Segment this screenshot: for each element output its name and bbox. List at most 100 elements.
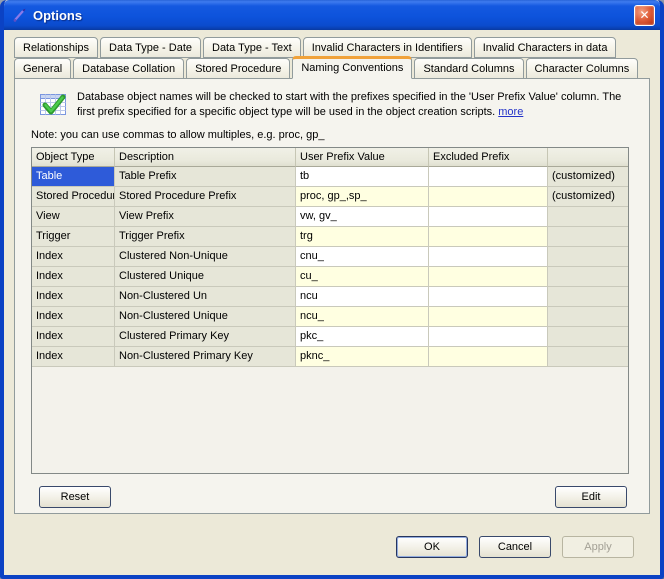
table-row-index-8[interactable]: IndexClustered Primary Keypkc_ (32, 327, 628, 347)
cell-note[interactable]: (customized) (548, 187, 628, 207)
cell-description[interactable]: Table Prefix (115, 167, 296, 187)
column-header-excluded-prefix[interactable]: Excluded Prefix (429, 148, 548, 167)
cell-object-type[interactable]: Table (32, 167, 115, 187)
note-text: Note: you can use commas to allow multip… (31, 129, 649, 141)
cell-excluded-prefix[interactable] (429, 207, 548, 227)
table-row-table-0[interactable]: TableTable Prefixtb (customized) (32, 167, 628, 187)
cell-note[interactable] (548, 327, 628, 347)
tab-stored-procedure[interactable]: Stored Procedure (186, 58, 290, 79)
options-dialog: Options ✕ RelationshipsData Type - DateD… (0, 0, 664, 579)
panel-button-row: Reset Edit (39, 486, 627, 508)
window-title: Options (33, 8, 634, 23)
table-row-index-6[interactable]: IndexNon-Clustered Unncu (32, 287, 628, 307)
cell-object-type[interactable]: Stored Procedure (32, 187, 115, 207)
cell-object-type[interactable]: Index (32, 347, 115, 367)
cell-user-prefix[interactable]: ncu (296, 287, 429, 307)
cell-note[interactable] (548, 247, 628, 267)
column-header-description[interactable]: Description (115, 148, 296, 167)
cell-object-type[interactable]: Trigger (32, 227, 115, 247)
ok-button[interactable]: OK (396, 536, 468, 558)
title-bar[interactable]: Options ✕ (4, 0, 660, 30)
cell-user-prefix[interactable]: vw, gv_ (296, 207, 429, 227)
cell-excluded-prefix[interactable] (429, 187, 548, 207)
tab-data-type-text[interactable]: Data Type - Text (203, 37, 301, 58)
cell-description[interactable]: Stored Procedure Prefix (115, 187, 296, 207)
cell-user-prefix[interactable]: pknc_ (296, 347, 429, 367)
table-row-index-5[interactable]: IndexClustered Uniquecu_ (32, 267, 628, 287)
cell-user-prefix[interactable]: proc, gp_,sp_ (296, 187, 429, 207)
cell-excluded-prefix[interactable] (429, 167, 548, 187)
table-row-trigger-3[interactable]: TriggerTrigger Prefixtrg (32, 227, 628, 247)
cell-excluded-prefix[interactable] (429, 247, 548, 267)
column-header-user-prefix-value[interactable]: User Prefix Value (296, 148, 429, 167)
cell-excluded-prefix[interactable] (429, 307, 548, 327)
cell-note[interactable]: (customized) (548, 167, 628, 187)
cell-excluded-prefix[interactable] (429, 327, 548, 347)
cell-object-type[interactable]: Index (32, 287, 115, 307)
dialog-button-row: OK Cancel Apply (4, 536, 634, 558)
cell-object-type[interactable]: Index (32, 267, 115, 287)
prefix-table: Object TypeDescriptionUser Prefix ValueE… (31, 147, 629, 474)
table-header-row[interactable]: Object TypeDescriptionUser Prefix ValueE… (32, 148, 628, 167)
cell-user-prefix[interactable]: pkc_ (296, 327, 429, 347)
app-icon (11, 7, 28, 24)
cell-user-prefix[interactable]: tb (296, 167, 429, 187)
cell-description[interactable]: View Prefix (115, 207, 296, 227)
tab-character-columns[interactable]: Character Columns (526, 58, 639, 79)
tab-standard-columns[interactable]: Standard Columns (414, 58, 523, 79)
table-empty-area[interactable] (32, 367, 628, 473)
cell-description[interactable]: Trigger Prefix (115, 227, 296, 247)
cell-user-prefix[interactable]: cu_ (296, 267, 429, 287)
table-row-stored-procedure-1[interactable]: Stored ProcedureStored Procedure Prefixp… (32, 187, 628, 207)
column-header-object-type[interactable]: Object Type (32, 148, 115, 167)
apply-button[interactable]: Apply (562, 536, 634, 558)
table-row-index-4[interactable]: IndexClustered Non-Uniquecnu_ (32, 247, 628, 267)
cell-description[interactable]: Non-Clustered Unique (115, 307, 296, 327)
cell-user-prefix[interactable]: trg (296, 227, 429, 247)
cell-note[interactable] (548, 347, 628, 367)
cell-user-prefix[interactable]: cnu_ (296, 247, 429, 267)
reset-button[interactable]: Reset (39, 486, 111, 508)
edit-button[interactable]: Edit (555, 486, 627, 508)
cell-description[interactable]: Clustered Unique (115, 267, 296, 287)
tab-relationships[interactable]: Relationships (14, 37, 98, 58)
cell-excluded-prefix[interactable] (429, 267, 548, 287)
cell-object-type[interactable]: Index (32, 307, 115, 327)
tab-general[interactable]: General (14, 58, 71, 79)
cell-description[interactable]: Non-Clustered Primary Key (115, 347, 296, 367)
cell-excluded-prefix[interactable] (429, 347, 548, 367)
table-row-index-9[interactable]: IndexNon-Clustered Primary Keypknc_ (32, 347, 628, 367)
cell-user-prefix[interactable]: ncu_ (296, 307, 429, 327)
tab-invalid-characters-in-identifiers[interactable]: Invalid Characters in Identifiers (303, 37, 472, 58)
info-text: Database object names will be checked to… (77, 90, 629, 120)
column-header-extra[interactable] (548, 148, 628, 167)
cell-object-type[interactable]: View (32, 207, 115, 227)
tab-strip-row1: RelationshipsData Type - DateData Type -… (4, 37, 660, 58)
naming-conventions-tab-page: Database object names will be checked to… (14, 78, 650, 514)
info-line-1: Database object names will be checked to… (77, 91, 599, 103)
tab-invalid-characters-in-data[interactable]: Invalid Characters in data (474, 37, 617, 58)
tab-strip-row2: GeneralDatabase CollationStored Procedur… (4, 58, 660, 78)
cell-note[interactable] (548, 227, 628, 247)
close-icon[interactable]: ✕ (634, 5, 655, 26)
info-section: Database object names will be checked to… (39, 90, 629, 120)
cell-note[interactable] (548, 307, 628, 327)
tab-data-type-date[interactable]: Data Type - Date (100, 37, 201, 58)
table-row-index-7[interactable]: IndexNon-Clustered Uniquencu_ (32, 307, 628, 327)
cell-object-type[interactable]: Index (32, 247, 115, 267)
cell-note[interactable] (548, 287, 628, 307)
cell-object-type[interactable]: Index (32, 327, 115, 347)
cell-note[interactable] (548, 207, 628, 227)
cancel-button[interactable]: Cancel (479, 536, 551, 558)
tab-database-collation[interactable]: Database Collation (73, 58, 184, 79)
cell-description[interactable]: Clustered Primary Key (115, 327, 296, 347)
cell-description[interactable]: Non-Clustered Un (115, 287, 296, 307)
cell-description[interactable]: Clustered Non-Unique (115, 247, 296, 267)
cell-note[interactable] (548, 267, 628, 287)
tab-naming-conventions[interactable]: Naming Conventions (292, 56, 412, 79)
table-row-view-2[interactable]: ViewView Prefixvw, gv_ (32, 207, 628, 227)
cell-excluded-prefix[interactable] (429, 227, 548, 247)
cell-excluded-prefix[interactable] (429, 287, 548, 307)
more-link[interactable]: more (498, 106, 523, 118)
checked-table-icon (39, 90, 69, 120)
